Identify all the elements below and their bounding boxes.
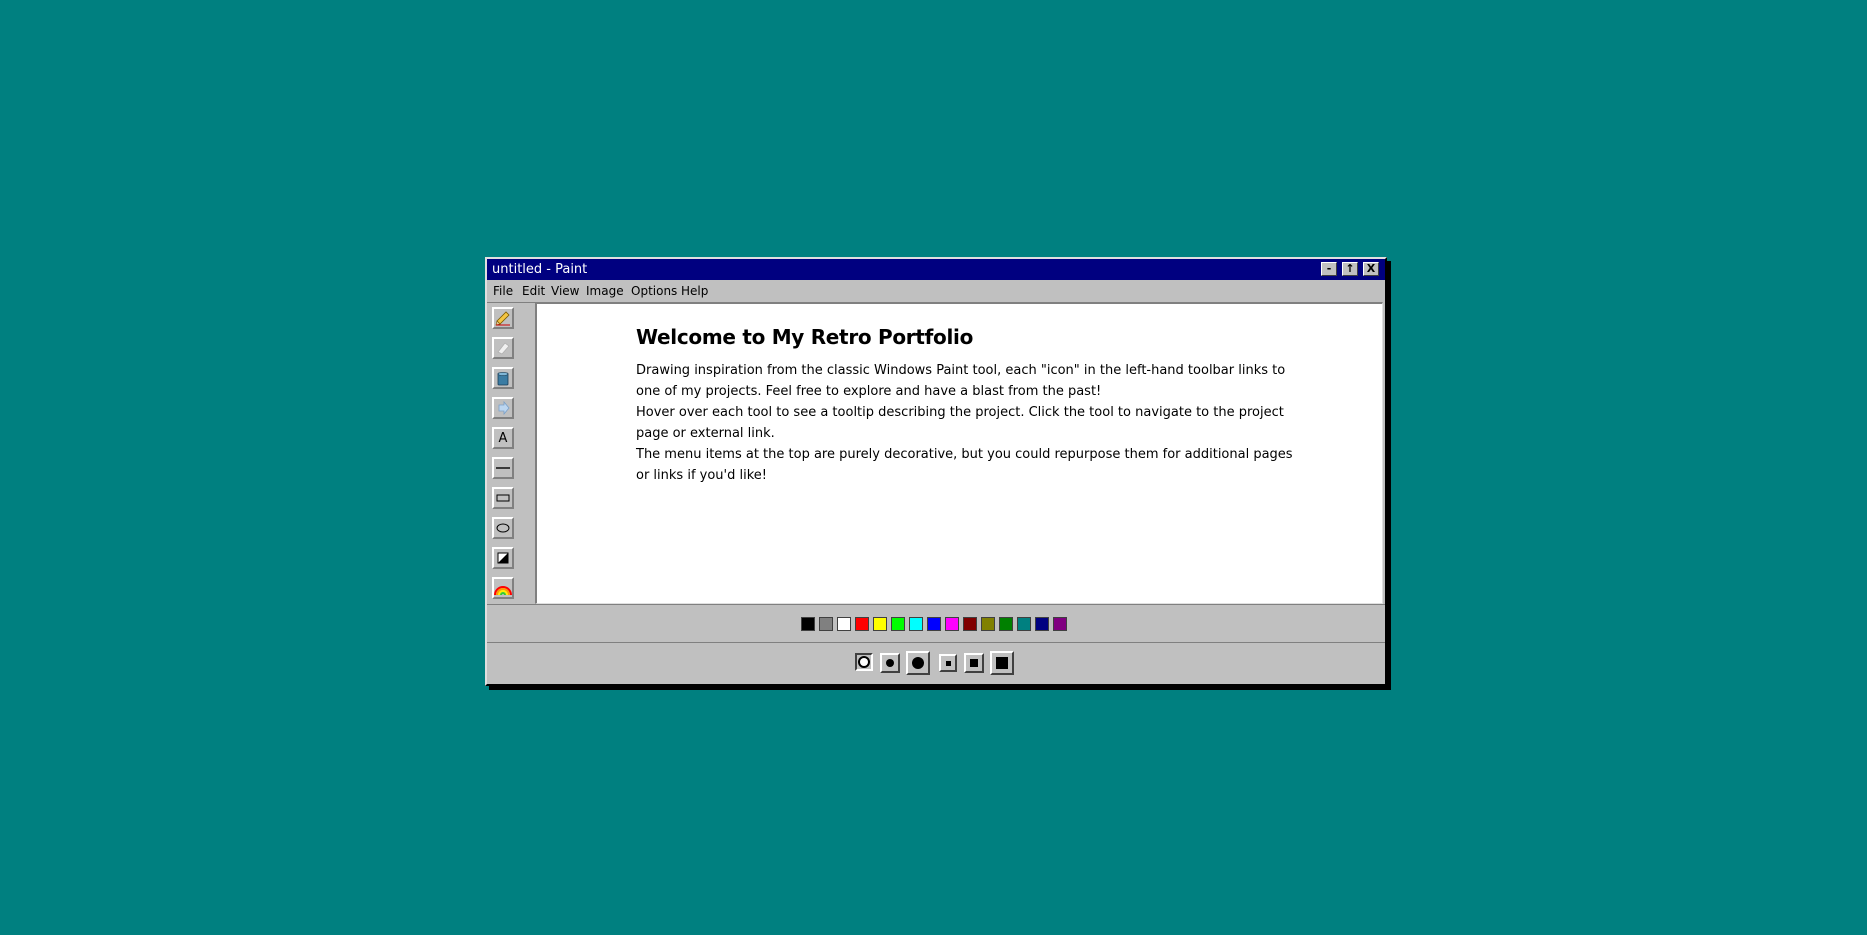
ellipse-tool-icon	[496, 523, 510, 533]
tool-ellipse[interactable]	[492, 517, 514, 539]
menu-image[interactable]: Image	[586, 284, 624, 299]
color-swatch-blue[interactable]	[927, 617, 941, 631]
window-title: untitled - Paint	[492, 262, 588, 277]
color-swatch-yellow[interactable]	[873, 617, 887, 631]
tool-text[interactable]: A	[492, 427, 514, 449]
eraser-icon	[497, 342, 510, 355]
maximize-button[interactable]: ↑	[1342, 262, 1358, 276]
color-swatch-magenta[interactable]	[945, 617, 959, 631]
pencil-icon	[495, 311, 510, 326]
menu-bar: File Edit View Image Options Help	[487, 280, 1385, 302]
hover-paragraph: Hover over each tool to see a tooltip de…	[636, 405, 1284, 441]
tool-eraser[interactable]	[492, 337, 514, 359]
fill-shape-tool-icon	[497, 552, 509, 564]
round-medium-dot-icon	[886, 659, 894, 667]
color-swatch-navy[interactable]	[1035, 617, 1049, 631]
color-swatch-purple[interactable]	[1053, 617, 1067, 631]
color-palette	[487, 604, 1385, 643]
menu-file[interactable]: File	[493, 284, 513, 299]
tool-pencil[interactable]	[492, 307, 514, 329]
square-large-dot-icon	[996, 657, 1008, 669]
menu-view[interactable]: View	[551, 284, 579, 299]
menu-options[interactable]: Options	[631, 284, 677, 299]
color-swatch-olive[interactable]	[981, 617, 995, 631]
brush-size-round-large[interactable]	[906, 651, 930, 675]
brush-size-bar	[487, 643, 1385, 684]
tool-rainbow[interactable]	[492, 577, 514, 599]
menu-help[interactable]: Help	[681, 284, 708, 299]
brush-size-round-small[interactable]	[855, 653, 873, 671]
color-swatch-cyan[interactable]	[909, 617, 923, 631]
paint-window: untitled - Paint - ↑ X File Edit View Im…	[485, 257, 1387, 686]
color-swatch-green[interactable]	[999, 617, 1013, 631]
brush-size-square-large[interactable]	[990, 651, 1014, 675]
menu-paragraph: The menu items at the top are purely dec…	[636, 447, 1293, 483]
paint-bucket-icon	[497, 372, 509, 386]
color-swatch-white[interactable]	[837, 617, 851, 631]
drawing-canvas[interactable]: Welcome to My Retro Portfolio Drawing in…	[535, 302, 1383, 604]
rectangle-tool-icon	[496, 494, 510, 502]
intro-paragraph: Drawing inspiration from the classic Win…	[636, 363, 1286, 399]
line-tool-icon	[496, 467, 510, 469]
color-swatch-black[interactable]	[801, 617, 815, 631]
color-swatch-lime[interactable]	[891, 617, 905, 631]
color-swatch-maroon[interactable]	[963, 617, 977, 631]
brush-size-square-medium[interactable]	[964, 653, 984, 673]
color-picker-icon	[498, 400, 510, 416]
square-small-dot-icon	[945, 660, 951, 666]
toolbox: A	[487, 302, 535, 605]
color-swatch-teal[interactable]	[1017, 617, 1031, 631]
rainbow-icon	[494, 586, 512, 596]
brush-size-square-small[interactable]	[939, 654, 957, 672]
square-medium-dot-icon	[970, 659, 978, 667]
round-large-dot-icon	[912, 657, 924, 669]
minimize-button[interactable]: -	[1321, 262, 1337, 276]
menu-edit[interactable]: Edit	[522, 284, 545, 299]
color-swatch-red[interactable]	[855, 617, 869, 631]
tool-color-picker[interactable]	[492, 397, 514, 419]
round-small-dot-icon	[860, 658, 868, 666]
tool-fill-shape[interactable]	[492, 547, 514, 569]
close-button[interactable]: X	[1363, 262, 1379, 276]
tool-paint-bucket[interactable]	[492, 367, 514, 389]
text-tool-icon: A	[498, 430, 508, 446]
canvas-content: Welcome to My Retro Portfolio Drawing in…	[636, 324, 1296, 486]
color-swatch-gray[interactable]	[819, 617, 833, 631]
page-title: Welcome to My Retro Portfolio	[636, 325, 974, 349]
tool-rectangle[interactable]	[492, 487, 514, 509]
tool-line[interactable]	[492, 457, 514, 479]
brush-size-round-medium[interactable]	[880, 653, 900, 673]
title-bar[interactable]: untitled - Paint - ↑ X	[487, 259, 1385, 280]
